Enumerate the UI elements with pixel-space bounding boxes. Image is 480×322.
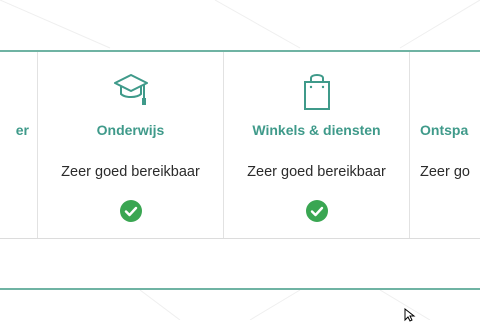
- category-card-winkels: Winkels & diensten Zeer goed bereikbaar: [223, 52, 409, 238]
- category-card-partial: er: [0, 52, 37, 238]
- check-circle-icon: [119, 200, 142, 222]
- category-status: Zeer goed bereikbaar: [61, 164, 200, 180]
- shopping-bag-icon: [303, 74, 330, 110]
- category-card-ontspanning: Ontspa Zeer go: [409, 52, 480, 238]
- category-status: Zeer go: [420, 164, 470, 180]
- category-row: er Onderwijs Zeer goed bereikbaar Winkel…: [0, 52, 480, 239]
- check-circle-icon: [305, 200, 328, 222]
- category-title: Onderwijs: [96, 122, 165, 138]
- category-title: Winkels & diensten: [252, 122, 381, 138]
- category-title: er: [15, 122, 29, 138]
- category-title: Ontspa: [420, 122, 469, 138]
- category-card-onderwijs: Onderwijs Zeer goed bereikbaar: [37, 52, 223, 238]
- category-status: Zeer goed bereikbaar: [247, 164, 386, 180]
- graduation-cap-icon: [113, 74, 148, 105]
- accessibility-panel: er Onderwijs Zeer goed bereikbaar Winkel…: [0, 50, 480, 290]
